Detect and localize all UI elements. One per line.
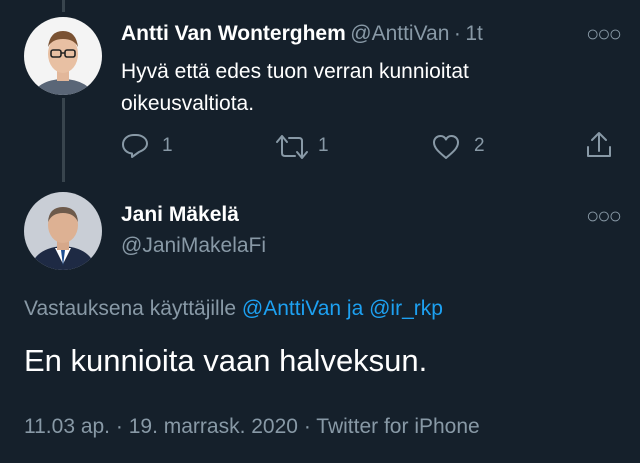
reply-count: 1 bbox=[162, 135, 173, 156]
meta-separator: · bbox=[115, 415, 123, 438]
share-icon[interactable] bbox=[585, 130, 613, 165]
tweet-source[interactable]: Twitter for iPhone bbox=[316, 415, 479, 438]
reply-icon[interactable] bbox=[121, 133, 149, 164]
tweet-date[interactable]: 19. marrask. 2020 bbox=[129, 415, 298, 438]
thread-line bbox=[62, 98, 65, 182]
author-handle[interactable]: @AnttiVan bbox=[350, 22, 449, 45]
thread-line-top bbox=[62, 0, 65, 12]
reply-tweet-header: Antti Van Wonterghem @AnttiVan · 1t bbox=[121, 22, 483, 46]
tweet-meta: 11.03 ap. · 19. marrask. 2020 · Twitter … bbox=[24, 415, 480, 439]
avatar-jani[interactable] bbox=[24, 192, 102, 270]
tweet-timestamp[interactable]: 11.03 ap. bbox=[24, 415, 110, 438]
avatar-antti[interactable] bbox=[24, 17, 102, 95]
replying-to: Vastauksena käyttäjille @AnttiVan ja @ir… bbox=[24, 297, 443, 321]
more-options-icon[interactable]: ○○○ bbox=[586, 21, 622, 47]
more-options-icon-main[interactable]: ○○○ bbox=[586, 203, 622, 229]
tweet-time[interactable]: 1t bbox=[465, 22, 483, 45]
mention-conjunction: ja bbox=[346, 297, 364, 320]
like-icon[interactable] bbox=[431, 133, 461, 166]
meta-separator: · bbox=[303, 415, 311, 438]
reply-text-line: oikeusvaltiota. bbox=[121, 92, 255, 115]
retweet-count: 1 bbox=[318, 135, 329, 156]
reply-tweet-text: Hyvä että edes tuon verran kunnioitat oi… bbox=[121, 56, 601, 120]
separator: · bbox=[453, 22, 461, 45]
main-author-name[interactable]: Jani Mäkelä bbox=[121, 203, 239, 227]
mention-ir-rkp[interactable]: @ir_rkp bbox=[369, 297, 443, 320]
retweet-icon[interactable] bbox=[274, 133, 310, 166]
main-author-handle[interactable]: @JaniMakelaFi bbox=[121, 234, 266, 258]
like-count: 2 bbox=[474, 135, 485, 156]
main-tweet-text: En kunnioita vaan halveksun. bbox=[24, 343, 428, 378]
reply-text-line: Hyvä että edes tuon verran kunnioitat bbox=[121, 60, 469, 83]
author-name[interactable]: Antti Van Wonterghem bbox=[121, 22, 346, 45]
reply-prefix: Vastauksena käyttäjille bbox=[24, 297, 237, 320]
mention-anttivan[interactable]: @AnttiVan bbox=[242, 297, 341, 320]
